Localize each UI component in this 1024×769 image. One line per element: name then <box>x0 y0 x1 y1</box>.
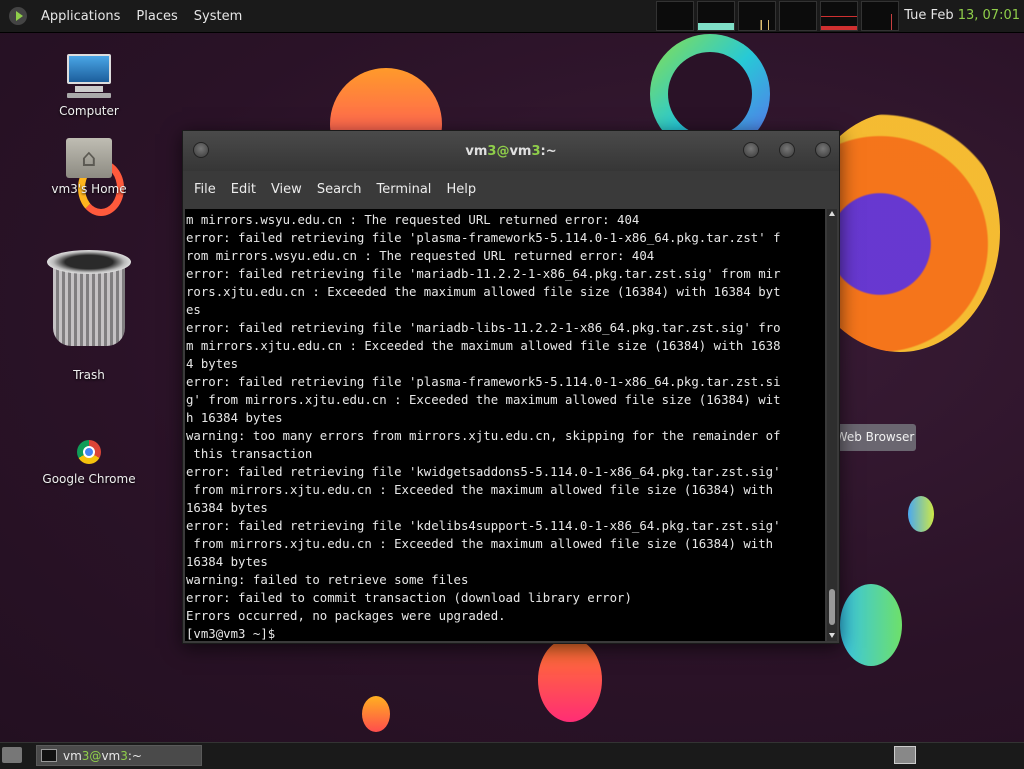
wallpaper-small-blob <box>362 696 390 732</box>
desktop-icon-trash[interactable]: Trash <box>34 250 144 382</box>
taskbar-terminal-button[interactable]: vm3@vm3:~ <box>36 745 202 766</box>
menu-help[interactable]: Help <box>441 182 486 197</box>
clock-time: 13, 07:01 <box>957 8 1020 23</box>
network-monitor[interactable] <box>738 1 776 31</box>
show-desktop-button[interactable] <box>2 747 22 763</box>
trash-icon <box>47 250 131 350</box>
window-title: vm3@vm3:~ <box>465 144 557 159</box>
minimize-button[interactable] <box>743 142 759 158</box>
bottom-panel: vm3@vm3:~ <box>0 742 1024 769</box>
terminal-scrollbar[interactable] <box>827 209 837 641</box>
terminal-icon <box>41 749 57 762</box>
computer-icon <box>65 54 113 98</box>
cpu-monitor[interactable] <box>656 1 694 31</box>
scroll-down-arrow-icon[interactable] <box>829 633 835 638</box>
load-monitor[interactable] <box>820 1 858 31</box>
top-panel: Applications Places System Tue Feb 13, 0… <box>0 0 1024 33</box>
window-titlebar[interactable]: vm3@vm3:~ <box>183 131 839 171</box>
menu-edit[interactable]: Edit <box>226 182 266 197</box>
applications-menu[interactable]: Applications <box>33 9 128 24</box>
mate-menu-icon[interactable] <box>9 7 27 25</box>
disk-monitor[interactable] <box>861 1 899 31</box>
menu-file[interactable]: File <box>189 182 226 197</box>
chrome-icon <box>77 440 101 464</box>
system-monitor-applets[interactable] <box>656 1 899 31</box>
scrollbar-thumb[interactable] <box>829 589 835 625</box>
terminal-output[interactable]: m mirrors.wsyu.edu.cn : The requested UR… <box>185 209 825 641</box>
desktop-icon-chrome[interactable]: Google Chrome <box>34 440 144 486</box>
desktop-icon-label: Google Chrome <box>42 472 136 486</box>
places-menu[interactable]: Places <box>128 9 185 24</box>
maximize-button[interactable] <box>779 142 795 158</box>
swap-monitor[interactable] <box>779 1 817 31</box>
system-menu[interactable]: System <box>186 9 250 24</box>
workspace-switcher[interactable] <box>894 746 916 764</box>
terminal-menubar: File Edit View Search Terminal Help <box>183 171 839 207</box>
desktop-icon-label: Computer <box>59 104 119 118</box>
menu-search[interactable]: Search <box>312 182 372 197</box>
close-button[interactable] <box>815 142 831 158</box>
menu-terminal[interactable]: Terminal <box>371 182 441 197</box>
menu-view[interactable]: View <box>266 182 312 197</box>
clock[interactable]: Tue Feb 13, 07:01 <box>904 8 1020 23</box>
home-folder-icon <box>66 138 112 178</box>
web-browser-tooltip: Web Browser <box>834 424 916 451</box>
wallpaper-pink-blob <box>538 638 602 722</box>
wallpaper-tiny-blob <box>908 496 934 532</box>
desktop-icon-computer[interactable]: Computer <box>34 54 144 118</box>
desktop-icon-label: vm3's Home <box>51 182 127 196</box>
terminal-text[interactable]: m mirrors.wsyu.edu.cn : The requested UR… <box>185 209 825 641</box>
desktop-icon-home[interactable]: vm3's Home <box>34 138 144 196</box>
scroll-up-arrow-icon[interactable] <box>829 211 835 216</box>
wallpaper-green-blob <box>840 584 902 666</box>
desktop-icon-label: Trash <box>73 368 105 382</box>
terminal-window[interactable]: vm3@vm3:~ File Edit View Search Terminal… <box>182 130 840 644</box>
clock-date: Tue Feb <box>904 8 958 23</box>
memory-monitor[interactable] <box>697 1 735 31</box>
